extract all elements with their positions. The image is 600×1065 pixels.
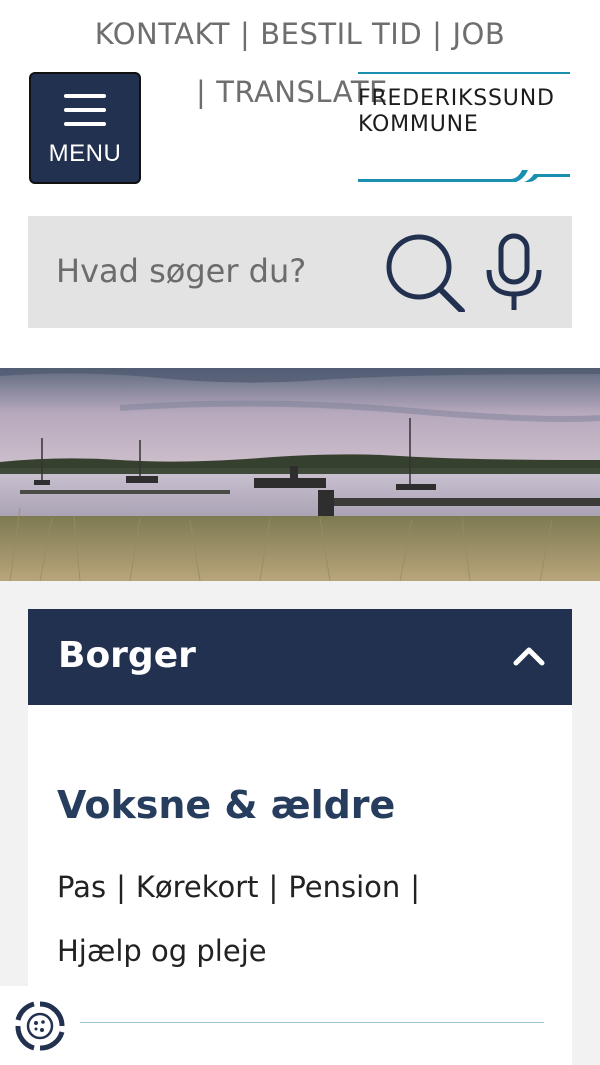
- link-separator: |: [240, 17, 251, 51]
- link-separator: |: [432, 17, 443, 51]
- menu-button[interactable]: MENU: [29, 72, 141, 184]
- subsection-links: Pas | Kørekort | Pension | Hjælp og pleje: [57, 855, 537, 983]
- logo-wave-icon: [358, 170, 570, 182]
- accordion-header-borger[interactable]: Borger: [28, 609, 572, 705]
- link-hjaelp-og-pleje[interactable]: Hjælp og pleje: [57, 934, 267, 968]
- municipality-logo[interactable]: FREDERIKSSUND KOMMUNE: [358, 72, 570, 184]
- hero-image: [0, 368, 600, 581]
- link-pas[interactable]: Pas: [57, 870, 106, 904]
- search-bar: [28, 216, 572, 328]
- accordion-panel: Voksne & ældre Pas | Kørekort | Pension | Hjæl…: [28, 705, 572, 1065]
- link-separator: |: [116, 870, 126, 904]
- logo-text: FREDERIKSSUND KOMMUNE: [358, 86, 555, 138]
- chevron-up-icon: [513, 647, 545, 666]
- logo-line2: KOMMUNE: [358, 112, 479, 137]
- link-bestil-tid[interactable]: BESTIL TID: [260, 17, 422, 51]
- link-kontakt[interactable]: KONTAKT: [95, 17, 230, 51]
- link-separator: |: [410, 870, 421, 904]
- search-input[interactable]: [56, 246, 386, 296]
- logo-top-line: [358, 72, 570, 74]
- link-separator: |: [196, 75, 207, 109]
- accordion-title: Borger: [58, 635, 196, 676]
- microphone-icon[interactable]: [484, 232, 544, 312]
- logo-line1: FREDERIKSSUND: [358, 86, 555, 111]
- subsection-heading[interactable]: Voksne & ældre: [57, 783, 395, 827]
- hamburger-icon: [64, 94, 106, 126]
- menu-label: MENU: [48, 140, 122, 167]
- link-job[interactable]: JOB: [452, 17, 505, 51]
- link-separator: |: [268, 870, 279, 904]
- divider: [78, 1022, 544, 1023]
- link-pension[interactable]: Pension: [288, 870, 400, 904]
- top-links: KONTAKT | BESTIL TID | JOB | TRANSLATE: [0, 14, 600, 109]
- link-korekort[interactable]: Kørekort: [136, 870, 259, 904]
- search-icon[interactable]: [386, 232, 466, 312]
- cookie-settings-icon: [15, 1001, 65, 1051]
- accessibility-widget[interactable]: [0, 986, 80, 1065]
